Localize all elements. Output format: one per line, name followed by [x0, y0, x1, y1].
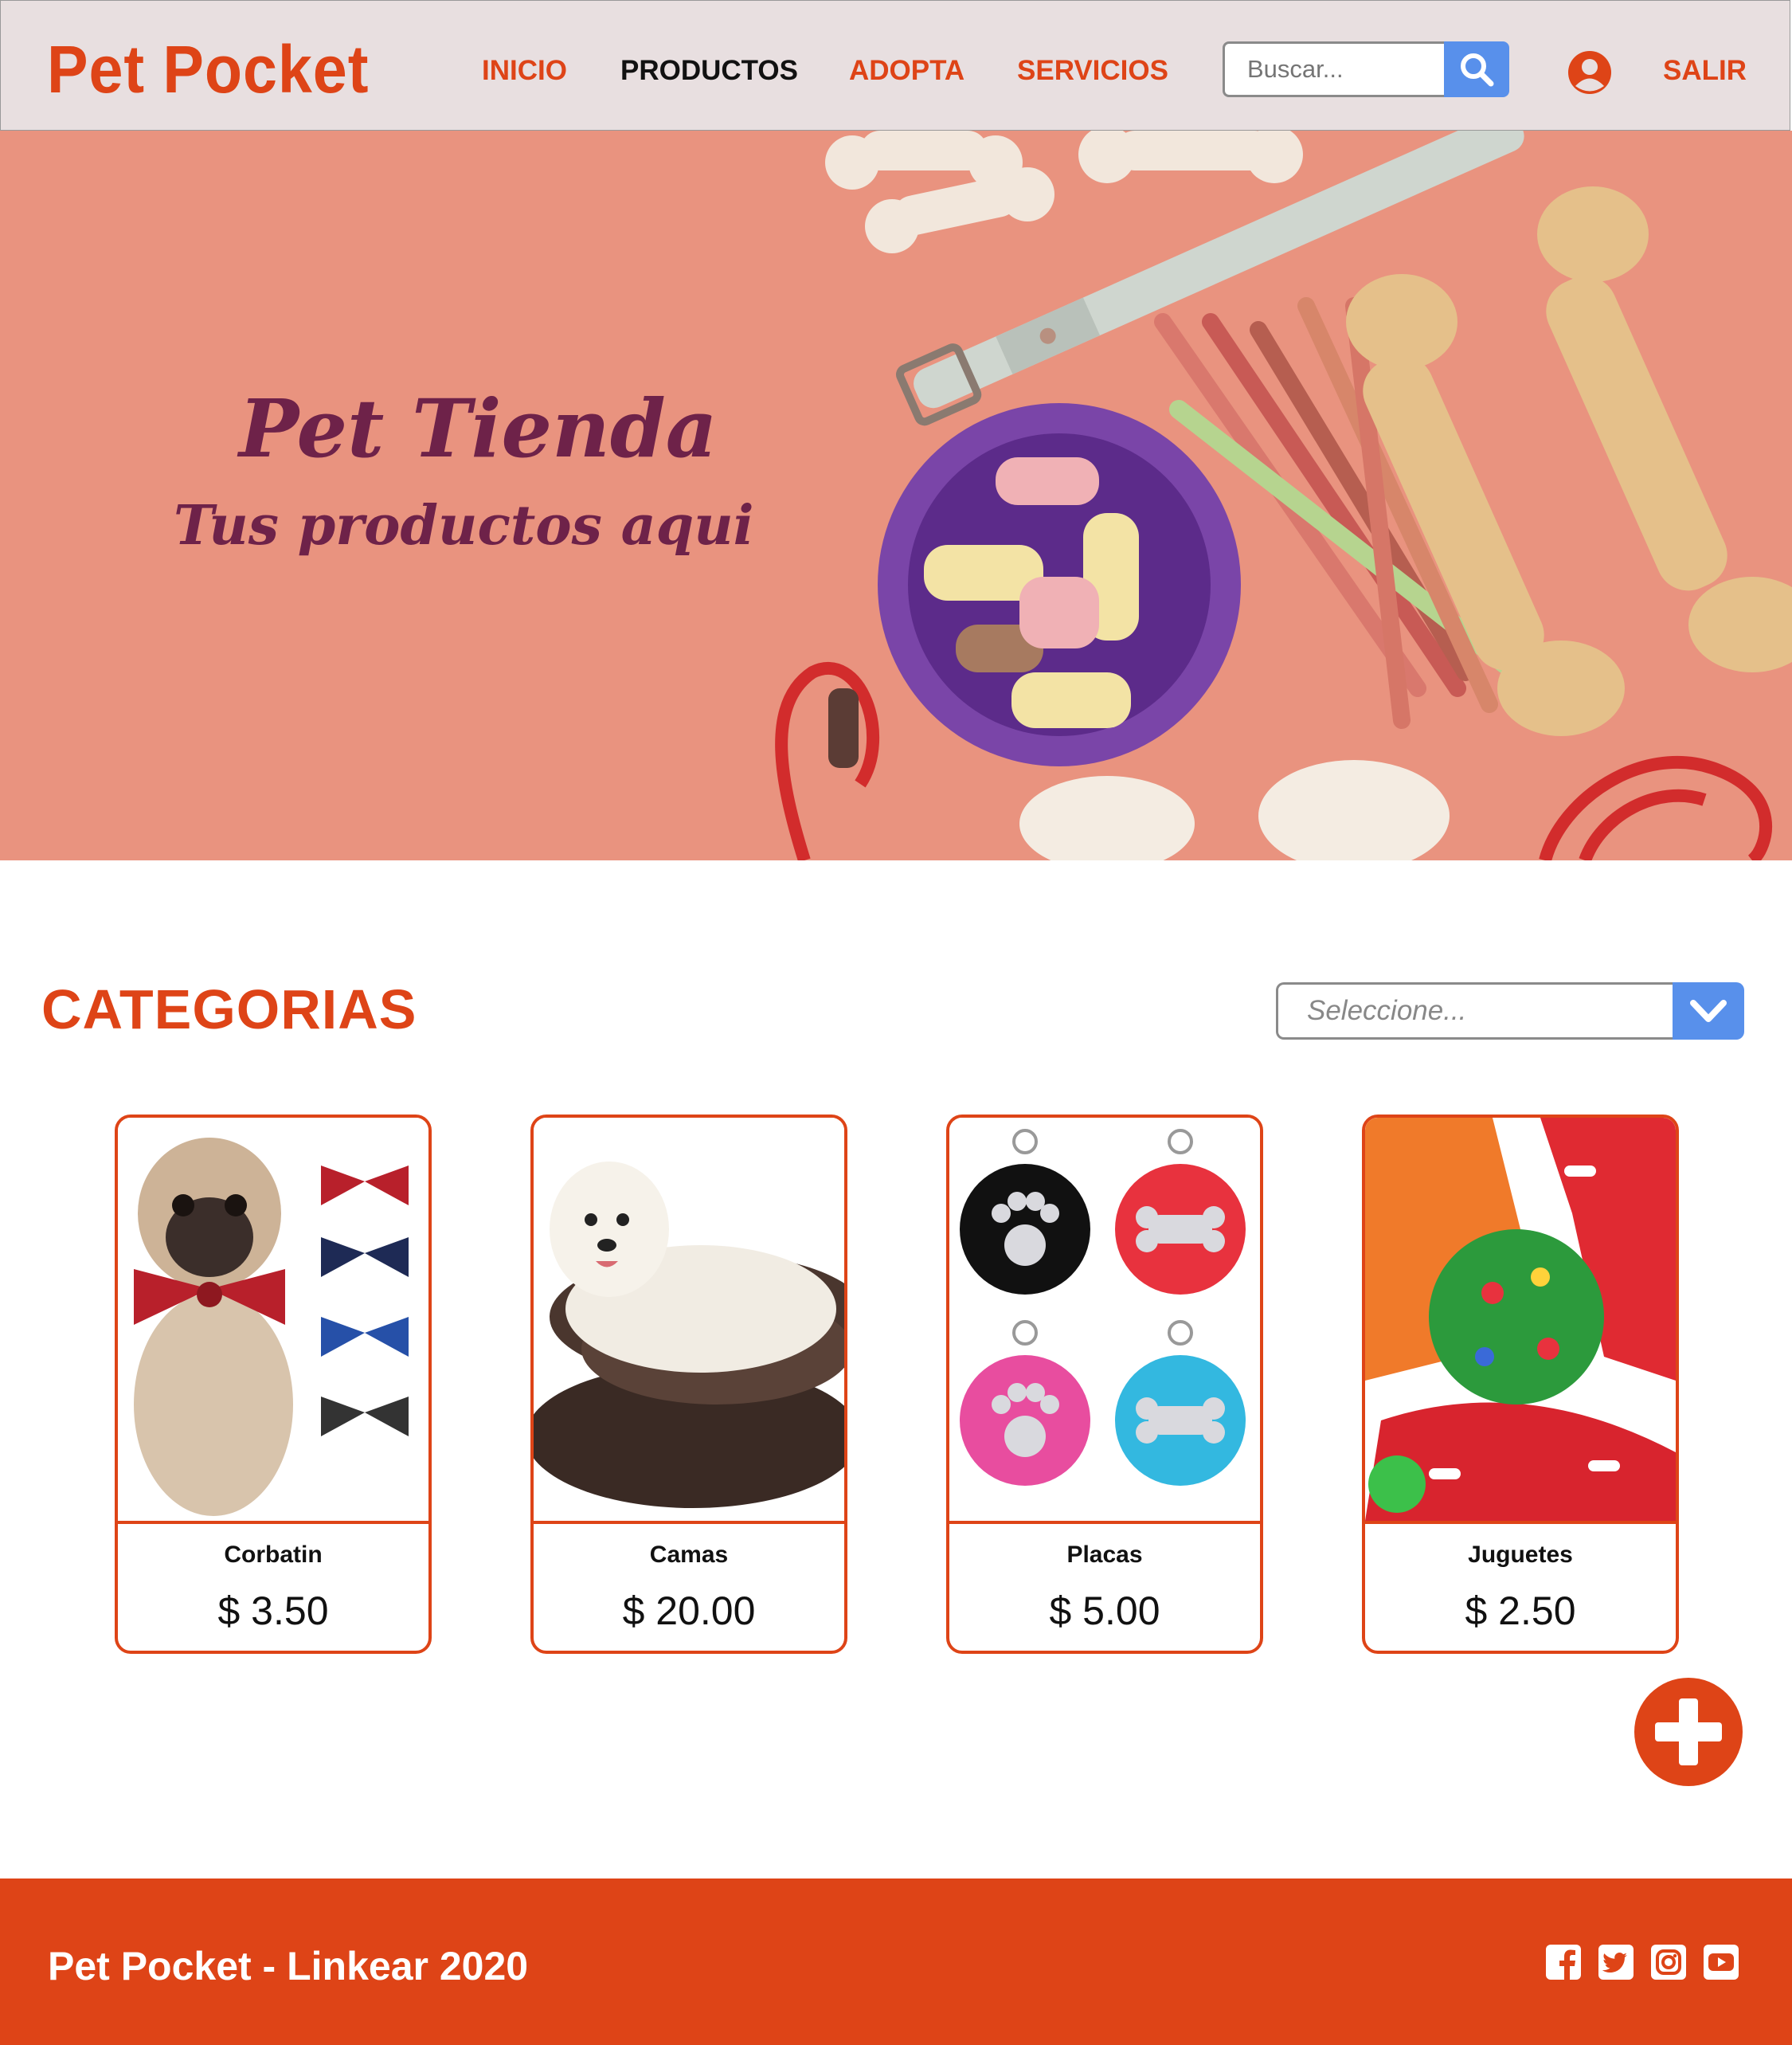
footer-copyright: Pet Pocket - Linkear 2020 — [48, 1944, 529, 1988]
chevron-down-icon — [1690, 1000, 1727, 1022]
add-product-button[interactable] — [1634, 1678, 1743, 1786]
nav-productos[interactable]: PRODUCTOS — [620, 57, 798, 84]
product-price: $ 2.50 — [1465, 1589, 1576, 1633]
card-divider — [534, 1521, 844, 1524]
nav-inicio[interactable]: INICIO — [482, 57, 567, 84]
youtube-icon[interactable] — [1703, 1944, 1739, 1980]
product-price: $ 5.00 — [1049, 1589, 1160, 1633]
product-price: $ 20.00 — [622, 1589, 756, 1633]
card-divider — [118, 1521, 428, 1524]
product-name: Camas — [649, 1542, 729, 1568]
hero-title: Pet Tienda — [239, 382, 718, 476]
brand-logo[interactable]: Pet Pocket — [47, 36, 369, 103]
product-card-placas[interactable]: Placas $ 5.00 — [946, 1115, 1263, 1654]
user-account-icon[interactable] — [1567, 50, 1612, 95]
product-name: Placas — [1066, 1542, 1143, 1568]
nav-adopta[interactable]: ADOPTA — [849, 57, 964, 84]
hero-banner: Pet Tienda Tus productos aqui — [0, 131, 1792, 860]
card-divider — [949, 1521, 1260, 1524]
product-name: Corbatin — [224, 1542, 323, 1568]
search-button[interactable] — [1444, 41, 1509, 97]
product-price: $ 3.50 — [217, 1589, 329, 1633]
product-image-dog-bed — [534, 1118, 844, 1521]
top-navbar: Pet Pocket INICIO PRODUCTOS ADOPTA SERVI… — [0, 0, 1790, 131]
product-image-pet-tags — [949, 1118, 1260, 1521]
category-select-toggle[interactable] — [1673, 982, 1744, 1040]
search-icon — [1461, 53, 1494, 87]
logout-link[interactable]: SALIR — [1663, 57, 1747, 84]
twitter-icon[interactable] — [1598, 1944, 1634, 1980]
card-divider — [1365, 1521, 1676, 1524]
product-image-pug-bowties — [118, 1118, 428, 1521]
product-card-corbatin[interactable]: Corbatin $ 3.50 — [115, 1115, 432, 1654]
facebook-icon[interactable] — [1545, 1944, 1582, 1980]
hero-subtitle: Tus productos aqui — [174, 494, 754, 558]
product-name: Juguetes — [1468, 1542, 1573, 1568]
product-card-juguetes[interactable]: Juguetes $ 2.50 — [1362, 1115, 1679, 1654]
instagram-icon[interactable] — [1650, 1944, 1687, 1980]
nav-servicios[interactable]: SERVICIOS — [1017, 57, 1168, 84]
footer: Pet Pocket - Linkear 2020 — [0, 1879, 1792, 2045]
product-image-toys — [1365, 1118, 1676, 1521]
product-card-camas[interactable]: Camas $ 20.00 — [530, 1115, 847, 1654]
search-input[interactable] — [1223, 41, 1446, 97]
categories-title: CATEGORIAS — [41, 978, 417, 1040]
category-select[interactable]: Seleccione... — [1276, 982, 1674, 1040]
